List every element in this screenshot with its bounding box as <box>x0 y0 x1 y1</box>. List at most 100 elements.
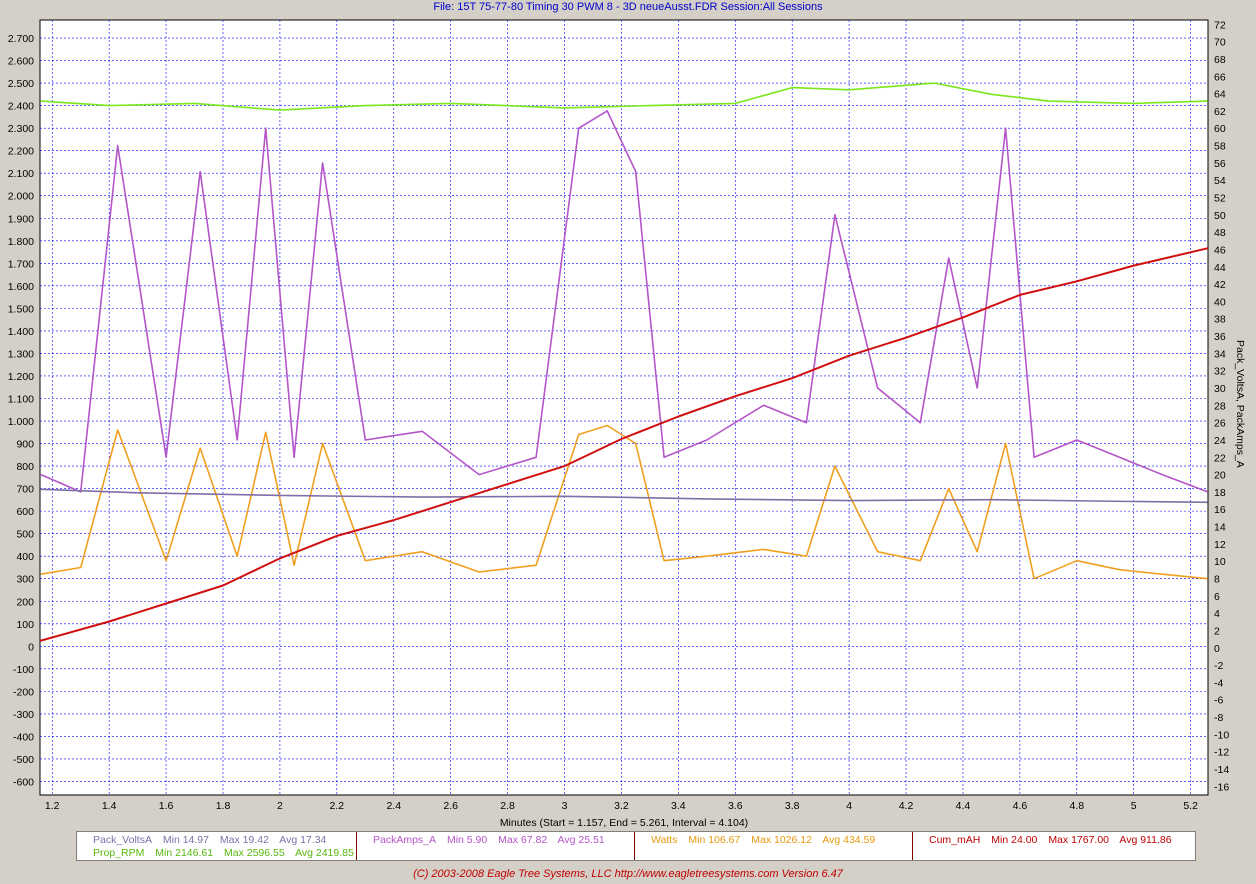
y-left-tick-label: 700 <box>16 484 34 496</box>
y-right-tick-label: 36 <box>1214 331 1226 343</box>
legend-prop-rpm-max: Max 2596.55 <box>224 847 285 859</box>
x-tick-label: 3.4 <box>671 800 686 812</box>
y-left-tick-label: 100 <box>16 619 34 631</box>
y-left-tick-label: 900 <box>16 439 34 451</box>
x-axis-label: Minutes (Start = 1.157, End = 5.261, Int… <box>500 817 748 829</box>
y-right-tick-label: 62 <box>1214 106 1226 118</box>
y-left-tick-label: 1.500 <box>8 303 34 315</box>
y-right-tick-label: -10 <box>1214 729 1229 741</box>
x-tick-label: 2.2 <box>330 800 345 812</box>
y-right-tick-label: 12 <box>1214 539 1226 551</box>
y-right-tick-label: -16 <box>1214 781 1229 793</box>
footer-copyright: (C) 2003-2008 Eagle Tree Systems, LLC ht… <box>413 868 843 880</box>
y-right-tick-label: 48 <box>1214 227 1226 239</box>
x-tick-label: 1.8 <box>216 800 231 812</box>
legend-pack-amps-max: Max 67.82 <box>498 834 548 846</box>
y-right-tick-label: 10 <box>1214 556 1226 568</box>
y-right-tick-label: 60 <box>1214 123 1226 135</box>
y-right-tick-label: 24 <box>1214 435 1226 447</box>
x-tick-label: 3.6 <box>728 800 743 812</box>
y-left-tick-label: -200 <box>13 686 34 698</box>
y-right-tick-label: 0 <box>1214 643 1220 655</box>
y-left-tick-label: 1.100 <box>8 393 34 405</box>
y-left-tick-label: 1.600 <box>8 281 34 293</box>
y-left-tick-label: 2.300 <box>8 123 34 135</box>
y-left-tick-label: 1.300 <box>8 348 34 360</box>
y-right-tick-label: -6 <box>1214 695 1223 707</box>
y-right-tick-label: 4 <box>1214 608 1220 620</box>
y-left-tick-label: 2.700 <box>8 33 34 45</box>
legend-prop-rpm-avg: Avg 2419.85 <box>295 847 354 859</box>
y-right-tick-label: 18 <box>1214 487 1226 499</box>
legend-pack-volts-avg: Avg 17.34 <box>279 834 327 846</box>
y-left-tick-label: -100 <box>13 664 34 676</box>
x-tick-label: 1.6 <box>159 800 174 812</box>
y-right-tick-label: 2 <box>1214 625 1220 637</box>
y-right-tick-label: 56 <box>1214 158 1226 170</box>
legend-cell-mah: Cum_mAH Min 24.00 Max 1767.00 Avg 911.86 <box>913 832 1195 860</box>
legend-pack-volts-max: Max 19.42 <box>219 834 269 846</box>
legend-watts-max: Max 1026.12 <box>751 834 812 846</box>
x-tick-label: 5 <box>1131 800 1137 812</box>
x-tick-label: 1.2 <box>45 800 60 812</box>
y-left-tick-label: 1.400 <box>8 326 34 338</box>
y-right-tick-label: 58 <box>1214 141 1226 153</box>
legend-cum-mah-min: Min 24.00 <box>991 834 1038 846</box>
y-left-tick-label: 0 <box>28 641 34 653</box>
legend-pack-volts-name: Pack_VoltsA <box>93 834 152 846</box>
legend-pack-volts: Pack_VoltsA Min 14.97 Max 19.42 Avg 17.3… <box>93 834 334 846</box>
y-left-tick-label: 600 <box>16 506 34 518</box>
legend-pack-amps-min: Min 5.90 <box>446 834 488 846</box>
y-left-tick-label: 1.000 <box>8 416 34 428</box>
legend-prop-rpm-min: Min 2146.61 <box>155 847 214 859</box>
y-right-tick-label: 8 <box>1214 574 1220 586</box>
legend-watts: Watts Min 106.67 Max 1026.12 Avg 434.59 <box>651 834 883 846</box>
y-right-tick-label: 72 <box>1214 19 1226 31</box>
legend-box: Pack_VoltsA Min 14.97 Max 19.42 Avg 17.3… <box>76 831 1196 861</box>
y-right-tick-label: 30 <box>1214 383 1226 395</box>
y-left-tick-label: 2.500 <box>8 78 34 90</box>
x-tick-label: 1.4 <box>102 800 117 812</box>
x-tick-label: 4.2 <box>899 800 914 812</box>
x-tick-label: 4.8 <box>1069 800 1084 812</box>
y-right-tick-label: 70 <box>1214 37 1226 49</box>
legend-cum-mah-name: Cum_mAH <box>929 834 981 846</box>
y-left-tick-label: -400 <box>13 731 34 743</box>
y-right-tick-label: 40 <box>1214 296 1226 308</box>
y-left-tick-label: 200 <box>16 596 34 608</box>
y-right-tick-label: 68 <box>1214 54 1226 66</box>
x-tick-label: 2 <box>277 800 283 812</box>
y-right-tick-label: 32 <box>1214 366 1226 378</box>
y-right-tick-label: 66 <box>1214 71 1226 83</box>
legend-watts-avg: Avg 434.59 <box>822 834 876 846</box>
y-right-tick-label: -2 <box>1214 660 1223 672</box>
legend-pack-amps-name: PackAmps_A <box>373 834 437 846</box>
y-left-tick-label: -500 <box>13 754 34 766</box>
y-left-tick-label: -300 <box>13 709 34 721</box>
x-tick-label: 4 <box>846 800 852 812</box>
y-left-tick-label: 2.000 <box>8 191 34 203</box>
y-left-tick-label: 500 <box>16 529 34 541</box>
y-left-tick-label: 1.900 <box>8 213 34 225</box>
plot-area <box>39 19 1209 796</box>
y-right-tick-label: 34 <box>1214 348 1226 360</box>
legend-pack-amps-avg: Avg 25.51 <box>557 834 605 846</box>
y-right-tick-label: -12 <box>1214 747 1229 759</box>
x-tick-label: 5.2 <box>1183 800 1198 812</box>
legend-cell-amps: PackAmps_A Min 5.90 Max 67.82 Avg 25.51 <box>357 832 635 860</box>
y-right-tick-label: -8 <box>1214 712 1223 724</box>
legend-watts-name: Watts <box>651 834 678 846</box>
y-left-tick-label: 800 <box>16 461 34 473</box>
y-right-tick-label: 16 <box>1214 504 1226 516</box>
y-right-tick-label: 14 <box>1214 522 1226 534</box>
y-right-tick-label: 52 <box>1214 193 1226 205</box>
y-left-tick-label: 1.800 <box>8 236 34 248</box>
legend-prop-rpm-name: Prop_RPM <box>93 847 145 859</box>
y-left-tick-label: 2.100 <box>8 168 34 180</box>
legend-cum-mah-max: Max 1767.00 <box>1048 834 1110 846</box>
legend-pack-amps: PackAmps_A Min 5.90 Max 67.82 Avg 25.51 <box>373 834 613 846</box>
y-right-tick-label: 26 <box>1214 418 1226 430</box>
y-right-tick-label: 50 <box>1214 210 1226 222</box>
y-left-tick-label: 2.400 <box>8 101 34 113</box>
x-tick-label: 3.2 <box>614 800 629 812</box>
